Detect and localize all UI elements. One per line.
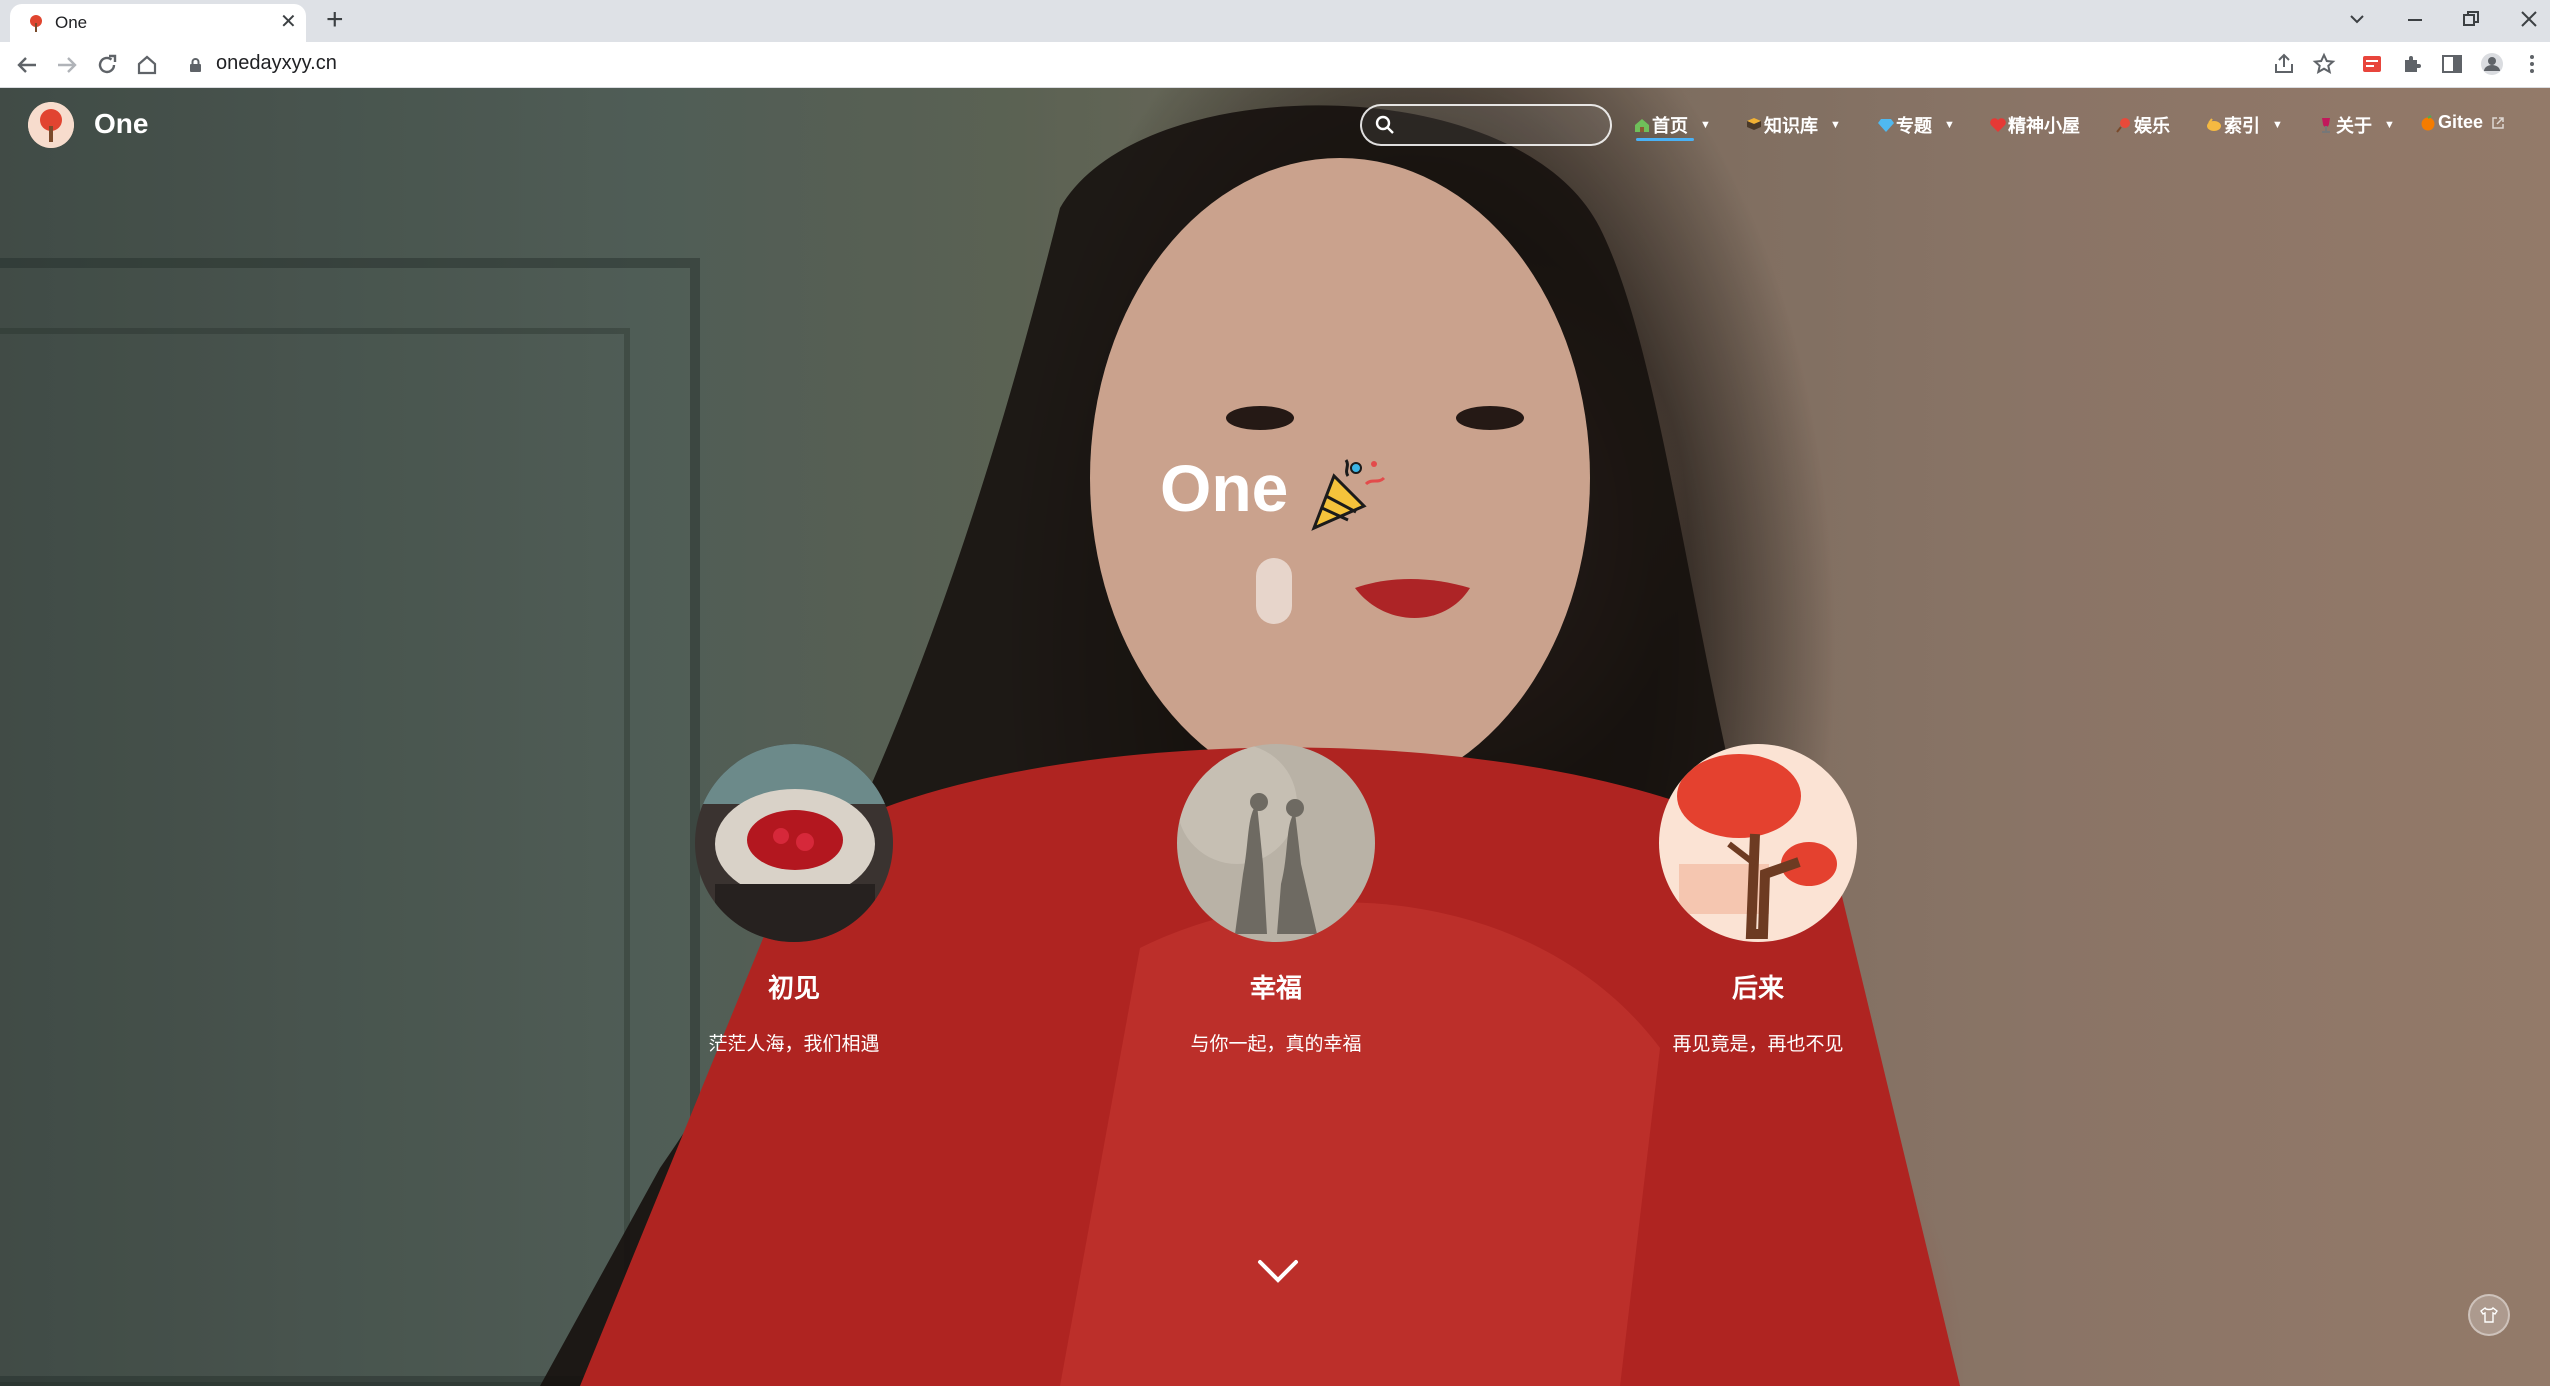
site-favicon-icon: [30, 15, 42, 32]
chevron-down-icon: ▼: [2384, 119, 2395, 131]
browser-tab-bar: One ✕ +: [0, 0, 2550, 42]
menu-label-index: 索引: [2224, 116, 2260, 136]
back-icon[interactable]: [16, 54, 38, 76]
tab-search-icon[interactable]: [2348, 12, 2366, 26]
restore-icon[interactable]: [2462, 10, 2480, 28]
card-desc: 茫茫人海，我们相遇: [708, 1034, 880, 1055]
chevron-down-icon: ▼: [1830, 119, 1841, 131]
card-later[interactable]: 后来 再见竟是，再也不见: [1558, 744, 1958, 1056]
menu-label-about: 关于: [2336, 116, 2372, 136]
card-avatar-bouquet[interactable]: [695, 744, 893, 942]
menu-label-gitee: Gitee: [2438, 112, 2484, 132]
new-tab-button[interactable]: +: [326, 5, 344, 35]
card-title: 幸福: [1249, 973, 1302, 1003]
card-desc: 再见竟是，再也不见: [1672, 1034, 1844, 1055]
menu-item-about[interactable]: 关于 ▼: [2318, 112, 2395, 138]
float-action-button[interactable]: [2468, 1294, 2510, 1336]
home-button-icon[interactable]: [136, 54, 158, 76]
diamond-icon: [1878, 119, 1894, 132]
share-icon[interactable]: [2272, 52, 2296, 76]
minimize-icon[interactable]: [2406, 18, 2424, 22]
scroll-indicator[interactable]: [1256, 558, 1292, 624]
party-popper-icon: [1311, 459, 1386, 531]
card-avatar-tree[interactable]: [1659, 744, 1857, 942]
menu-label-spirit-house: 精神小屋: [2008, 116, 2080, 136]
book-icon: [1747, 118, 1761, 130]
profile-avatar-icon[interactable]: [2480, 52, 2504, 76]
hero-banner: One 首页 ▼ 知识库 ▼ 专题 ▼ 精神小屋 娱乐 索引 ▼ 关于 ▼ Gi…: [0, 88, 2550, 1386]
card-title: 初见: [767, 973, 820, 1003]
chevron-down-icon: ▼: [2272, 119, 2283, 131]
chevron-down-icon: ▼: [1944, 119, 1955, 131]
bookmark-star-icon[interactable]: [2312, 52, 2336, 76]
site-logo-icon[interactable]: [28, 102, 74, 148]
search-icon: [1375, 115, 1394, 134]
browser-tab[interactable]: One ✕: [10, 4, 306, 42]
extensions-puzzle-icon[interactable]: [2400, 52, 2424, 76]
address-bar[interactable]: onedayxyy.cn: [216, 52, 337, 75]
card-happiness[interactable]: 幸福 与你一起，真的幸福: [1076, 744, 1476, 1056]
search-input[interactable]: [1402, 112, 1602, 138]
extension-red-icon[interactable]: [2360, 52, 2384, 76]
browser-menu-icon[interactable]: [2520, 52, 2544, 76]
side-panel-icon[interactable]: [2440, 52, 2464, 76]
card-desc: 与你一起，真的幸福: [1190, 1034, 1362, 1055]
lock-icon[interactable]: [189, 58, 202, 73]
shirt-icon: [2480, 1306, 2498, 1323]
menu-label-knowledge: 知识库: [1764, 116, 1818, 136]
chevron-down-icon: ▼: [1700, 119, 1711, 131]
menu-label-entertainment: 娱乐: [2134, 116, 2170, 136]
site-name[interactable]: One: [94, 108, 148, 140]
wine-icon: [2322, 118, 2330, 133]
menu-item-topics[interactable]: 专题 ▼: [1878, 112, 1955, 138]
menu-item-entertainment[interactable]: 娱乐: [2116, 112, 2170, 138]
menu-item-index[interactable]: 索引 ▼: [2206, 112, 2283, 138]
external-link-icon: [2492, 116, 2504, 129]
active-menu-indicator: [1636, 138, 1694, 141]
reload-icon[interactable]: [96, 54, 118, 76]
menu-label-home: 首页: [1652, 116, 1688, 136]
menu-label-topics: 专题: [1896, 116, 1932, 136]
site-search[interactable]: [1360, 104, 1612, 146]
card-first-meet[interactable]: 初见 茫茫人海，我们相遇: [594, 744, 994, 1056]
scroll-down-arrow-icon[interactable]: [1256, 1258, 1300, 1286]
card-avatar-shadows[interactable]: [1177, 744, 1375, 942]
menu-item-gitee[interactable]: Gitee: [2420, 112, 2505, 133]
hero-overlay: [0, 88, 2550, 1386]
close-window-icon[interactable]: [2520, 10, 2538, 28]
hero-title: One: [1160, 451, 1289, 525]
card-title: 后来: [1731, 973, 1784, 1003]
menu-item-knowledge[interactable]: 知识库 ▼: [1746, 112, 1841, 138]
browser-toolbar: onedayxyy.cn: [0, 42, 2550, 88]
tab-close-icon[interactable]: ✕: [280, 12, 297, 32]
forward-icon[interactable]: [56, 54, 78, 76]
menu-item-home[interactable]: 首页 ▼: [1634, 112, 1711, 138]
orange-icon: [2421, 114, 2435, 130]
home-icon: [1635, 119, 1649, 132]
lollipop-icon: [2116, 118, 2130, 133]
clap-icon: [2207, 118, 2221, 131]
menu-item-spirit-house[interactable]: 精神小屋: [1990, 112, 2080, 138]
heart-icon: [1990, 118, 2006, 132]
tab-title: One: [55, 13, 88, 32]
